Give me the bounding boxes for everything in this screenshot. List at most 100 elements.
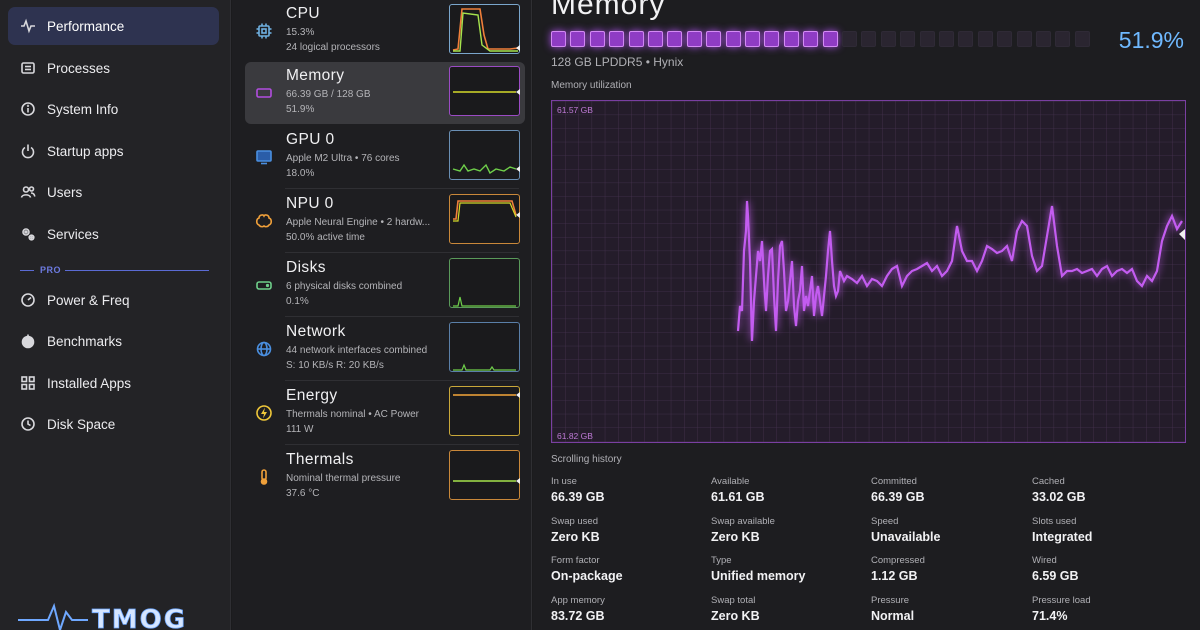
stat-label: Slots used bbox=[1032, 516, 1077, 527]
stat-app-memory: App memory 83.72 GB bbox=[551, 595, 701, 623]
stat-label: Wired bbox=[1032, 555, 1057, 566]
stat-value: Normal bbox=[871, 609, 915, 623]
device-name: NPU 0 bbox=[286, 195, 334, 212]
stat-value: Unavailable bbox=[871, 530, 941, 544]
stat-swap-available: Swap available Zero KB bbox=[711, 516, 861, 544]
disks-sparkline bbox=[449, 258, 520, 308]
sidebar: Performance Processes System Info Startu… bbox=[0, 0, 231, 630]
stat-slots-used: Slots used Integrated bbox=[1032, 516, 1182, 544]
info-icon bbox=[20, 101, 36, 117]
stat-wired: Wired 6.59 GB bbox=[1032, 555, 1182, 583]
stat-value: 66.39 GB bbox=[871, 490, 925, 504]
meter-segment bbox=[725, 31, 741, 47]
page-title: Memory bbox=[551, 0, 666, 21]
meter-segment bbox=[977, 31, 993, 47]
disk-icon bbox=[255, 276, 273, 294]
meter-segment bbox=[628, 31, 644, 47]
sidebar-item-performance[interactable]: Performance bbox=[8, 7, 219, 45]
device-item-energy[interactable]: Energy Thermals nominal • AC Power 111 W bbox=[245, 382, 525, 445]
npu-sparkline bbox=[449, 194, 520, 244]
device-item-memory[interactable]: Memory 66.39 GB / 128 GB 51.9% bbox=[245, 62, 525, 124]
stat-swap-total: Swap total Zero KB bbox=[711, 595, 861, 623]
device-item-gpu[interactable]: GPU 0 Apple M2 Ultra • 76 cores 18.0% bbox=[245, 126, 525, 189]
meter-segment bbox=[900, 31, 916, 47]
device-item-disks[interactable]: Disks 6 physical disks combined 0.1% bbox=[245, 254, 525, 317]
sidebar-item-users[interactable]: Users bbox=[8, 173, 219, 211]
pulse-icon bbox=[20, 18, 36, 34]
device-detail: Nominal thermal pressure bbox=[286, 473, 401, 484]
gauge-icon bbox=[20, 292, 36, 308]
stat-label: Type bbox=[711, 555, 732, 566]
device-item-npu[interactable]: NPU 0 Apple Neural Engine • 2 hardw... 5… bbox=[245, 190, 525, 253]
stat-value: Zero KB bbox=[711, 530, 760, 544]
device-name: Disks bbox=[286, 259, 326, 276]
memory-sparkline bbox=[449, 66, 520, 116]
meter-segment bbox=[842, 31, 857, 47]
chip-icon bbox=[255, 22, 273, 40]
device-list: CPU 15.3% 24 logical processors Memory 6… bbox=[232, 0, 532, 630]
network-sparkline bbox=[449, 322, 520, 372]
memory-utilization-graph: 61.57 GB 61.82 GB bbox=[551, 100, 1186, 443]
stat-value: 61.61 GB bbox=[711, 490, 765, 504]
svg-text:TMOG: TMOG bbox=[92, 605, 187, 630]
sidebar-item-services[interactable]: Services bbox=[8, 215, 219, 253]
meter-segment bbox=[1036, 31, 1051, 47]
sidebar-item-disk-space[interactable]: Disk Space bbox=[8, 405, 219, 443]
detail-pane: Memory 51.9% 128 GB LPDDR5 • Hynix Memor… bbox=[533, 0, 1200, 630]
meter-segment bbox=[706, 31, 722, 47]
thermometer-icon bbox=[255, 468, 273, 486]
stopwatch-icon bbox=[20, 333, 36, 349]
stat-form-factor: Form factor On-package bbox=[551, 555, 701, 583]
meter-segment bbox=[1016, 31, 1032, 47]
bolt-icon bbox=[255, 404, 273, 422]
sidebar-item-startup-apps[interactable]: Startup apps bbox=[8, 132, 219, 170]
device-item-cpu[interactable]: CPU 15.3% 24 logical processors bbox=[245, 0, 525, 63]
stat-label: Available bbox=[711, 476, 750, 487]
meter-segment bbox=[667, 31, 683, 47]
stat-cached: Cached 33.02 GB bbox=[1032, 476, 1182, 504]
history-label: Scrolling history bbox=[551, 454, 622, 465]
users-icon bbox=[20, 184, 36, 200]
device-detail-secondary: 0.1% bbox=[286, 296, 309, 307]
meter-segment bbox=[648, 31, 663, 47]
device-detail-secondary: 18.0% bbox=[286, 168, 315, 179]
sidebar-item-label: System Info bbox=[47, 101, 119, 117]
memory-spec: 128 GB LPDDR5 • Hynix bbox=[551, 55, 684, 69]
sidebar-item-label: Startup apps bbox=[47, 143, 124, 159]
stat-speed: Speed Unavailable bbox=[871, 516, 1021, 544]
stat-value: 33.02 GB bbox=[1032, 490, 1086, 504]
stat-label: Form factor bbox=[551, 555, 600, 566]
usage-meter bbox=[551, 31, 1091, 48]
device-name: Thermals bbox=[286, 451, 354, 468]
device-detail: Thermals nominal • AC Power bbox=[286, 409, 419, 420]
graph-max-label: 61.57 GB bbox=[557, 105, 593, 115]
sidebar-item-label: Services bbox=[47, 226, 99, 242]
sidebar-item-power-freq[interactable]: Power & Freq bbox=[8, 281, 219, 319]
sidebar-item-system-info[interactable]: System Info bbox=[8, 90, 219, 128]
device-item-network[interactable]: Network 44 network interfaces combined S… bbox=[245, 318, 525, 381]
stat-label: Committed bbox=[871, 476, 917, 487]
sidebar-item-label: Performance bbox=[47, 18, 125, 34]
sidebar-item-processes[interactable]: Processes bbox=[8, 49, 219, 87]
usage-percent: 51.9% bbox=[1118, 27, 1184, 53]
device-item-thermals[interactable]: Thermals Nominal thermal pressure 37.6 °… bbox=[245, 446, 525, 508]
stat-label: Compressed bbox=[871, 555, 925, 566]
stat-value: Zero KB bbox=[711, 609, 760, 623]
meter-segment bbox=[686, 31, 702, 47]
sidebar-item-installed-apps[interactable]: Installed Apps bbox=[8, 364, 219, 402]
stat-label: Swap used bbox=[551, 516, 599, 527]
app-logo: TMOG bbox=[18, 602, 187, 630]
device-detail-secondary: 111 W bbox=[286, 424, 314, 435]
device-detail: Apple M2 Ultra • 76 cores bbox=[286, 153, 400, 164]
stat-value: 83.72 GB bbox=[551, 609, 605, 623]
device-detail: 15.3% bbox=[286, 27, 315, 38]
sidebar-item-benchmarks[interactable]: Benchmarks bbox=[8, 322, 219, 360]
stat-value: Integrated bbox=[1032, 530, 1093, 544]
sidebar-item-label: Benchmarks bbox=[47, 333, 123, 349]
meter-segment bbox=[609, 31, 625, 47]
stat-label: Cached bbox=[1032, 476, 1065, 487]
stat-swap-used: Swap used Zero KB bbox=[551, 516, 701, 544]
device-detail: 6 physical disks combined bbox=[286, 281, 403, 292]
meter-segment bbox=[764, 31, 780, 47]
device-detail: 44 network interfaces combined bbox=[286, 345, 428, 356]
